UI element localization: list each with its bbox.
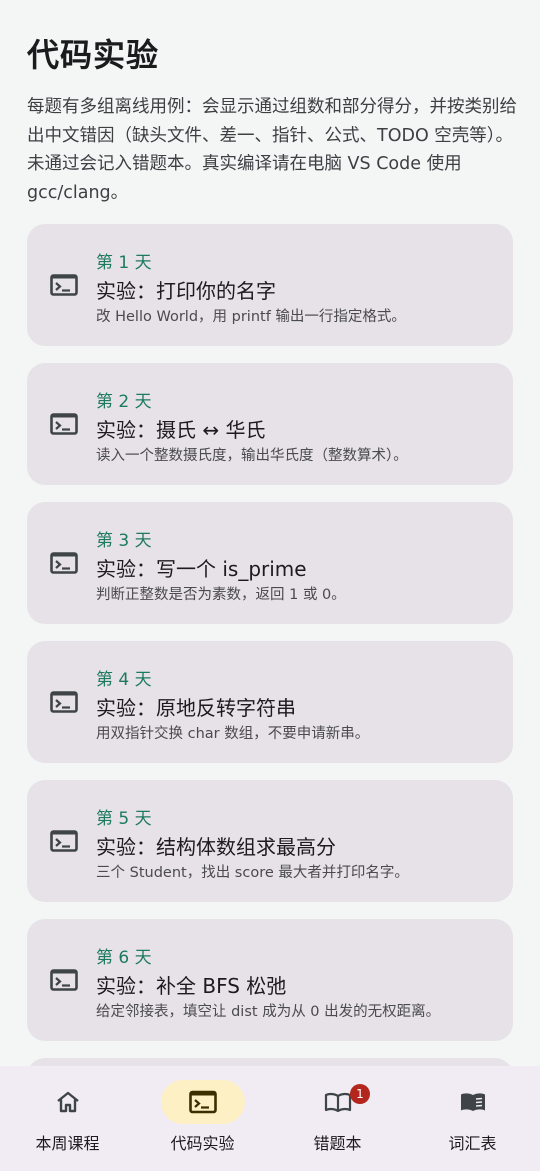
lab-card-day-2[interactable]: 第 2 天 实验：摄氏 ↔ 华氏 读入一个整数摄氏度，输出华氏度（整数算术）。 xyxy=(27,363,513,485)
lab-name: 实验：结构体数组求最高分 xyxy=(96,835,336,859)
lab-day: 第 6 天 xyxy=(96,948,152,968)
lab-card-next-partial[interactable] xyxy=(27,1058,513,1066)
book-open-icon xyxy=(324,1092,351,1113)
lab-name: 实验：写一个 is_prime xyxy=(96,557,307,581)
lab-list-screen: 代码实验 每题有多组离线用例：会显示通过组数和部分得分，并按类别给出中文错因（缺… xyxy=(0,0,540,1066)
terminal-icon xyxy=(50,830,78,852)
lab-day: 第 2 天 xyxy=(96,392,152,412)
nav-item-code-labs[interactable]: 代码实验 xyxy=(135,1066,270,1171)
nav-label: 错题本 xyxy=(313,1134,362,1153)
home-icon xyxy=(56,1091,79,1113)
terminal-icon xyxy=(188,1090,217,1114)
terminal-icon xyxy=(50,691,78,713)
lab-description: 改 Hello World，用 printf 输出一行指定格式。 xyxy=(96,309,406,325)
nav-label: 代码实验 xyxy=(170,1134,235,1153)
lab-card-day-3[interactable]: 第 3 天 实验：写一个 is_prime 判断正整数是否为素数，返回 1 或 … xyxy=(27,502,513,624)
nav-label: 词汇表 xyxy=(448,1134,497,1153)
nav-item-weekly-courses[interactable]: 本周课程 xyxy=(0,1066,135,1171)
lab-day: 第 4 天 xyxy=(96,670,152,690)
lab-card-day-6[interactable]: 第 6 天 实验：补全 BFS 松弛 给定邻接表，填空让 dist 成为从 0 … xyxy=(27,919,513,1041)
notification-badge: 1 xyxy=(350,1084,370,1104)
lab-name: 实验：摄氏 ↔ 华氏 xyxy=(96,418,266,442)
lab-name: 实验：原地反转字符串 xyxy=(96,696,296,720)
lab-card-day-4[interactable]: 第 4 天 实验：原地反转字符串 用双指针交换 char 数组，不要申请新串。 xyxy=(27,641,513,763)
lab-card-day-1[interactable]: 第 1 天 实验：打印你的名字 改 Hello World，用 printf 输… xyxy=(27,224,513,346)
lab-name: 实验：补全 BFS 松弛 xyxy=(96,974,287,998)
terminal-icon xyxy=(50,274,78,296)
lab-description: 读入一个整数摄氏度，输出华氏度（整数算术）。 xyxy=(96,448,408,464)
nav-item-mistake-book[interactable]: 1 错题本 xyxy=(270,1066,405,1171)
terminal-icon xyxy=(50,413,78,435)
lab-day: 第 1 天 xyxy=(96,253,152,273)
page-title: 代码实验 xyxy=(27,36,160,74)
nav-label: 本周课程 xyxy=(35,1134,100,1153)
lab-day: 第 5 天 xyxy=(96,809,152,829)
lab-description: 三个 Student，找出 score 最大者并打印名字。 xyxy=(96,865,409,881)
lab-description: 判断正整数是否为素数，返回 1 或 0。 xyxy=(96,587,346,603)
lab-day: 第 3 天 xyxy=(96,531,152,551)
bottom-navigation: 本周课程 代码实验 1 错题本 词汇表 xyxy=(0,1066,540,1171)
lab-name: 实验：打印你的名字 xyxy=(96,279,276,303)
terminal-icon xyxy=(50,552,78,574)
nav-item-vocabulary[interactable]: 词汇表 xyxy=(405,1066,540,1171)
lab-description: 给定邻接表，填空让 dist 成为从 0 出发的无权距离。 xyxy=(96,1004,441,1020)
terminal-icon xyxy=(50,969,78,991)
lab-description: 用双指针交换 char 数组，不要申请新串。 xyxy=(96,726,370,742)
book-icon xyxy=(460,1093,485,1111)
lab-card-day-5[interactable]: 第 5 天 实验：结构体数组求最高分 三个 Student，找出 score 最… xyxy=(27,780,513,902)
page-description: 每题有多组离线用例：会显示通过组数和部分得分，并按类别给出中文错因（缺头文件、差… xyxy=(27,97,517,203)
